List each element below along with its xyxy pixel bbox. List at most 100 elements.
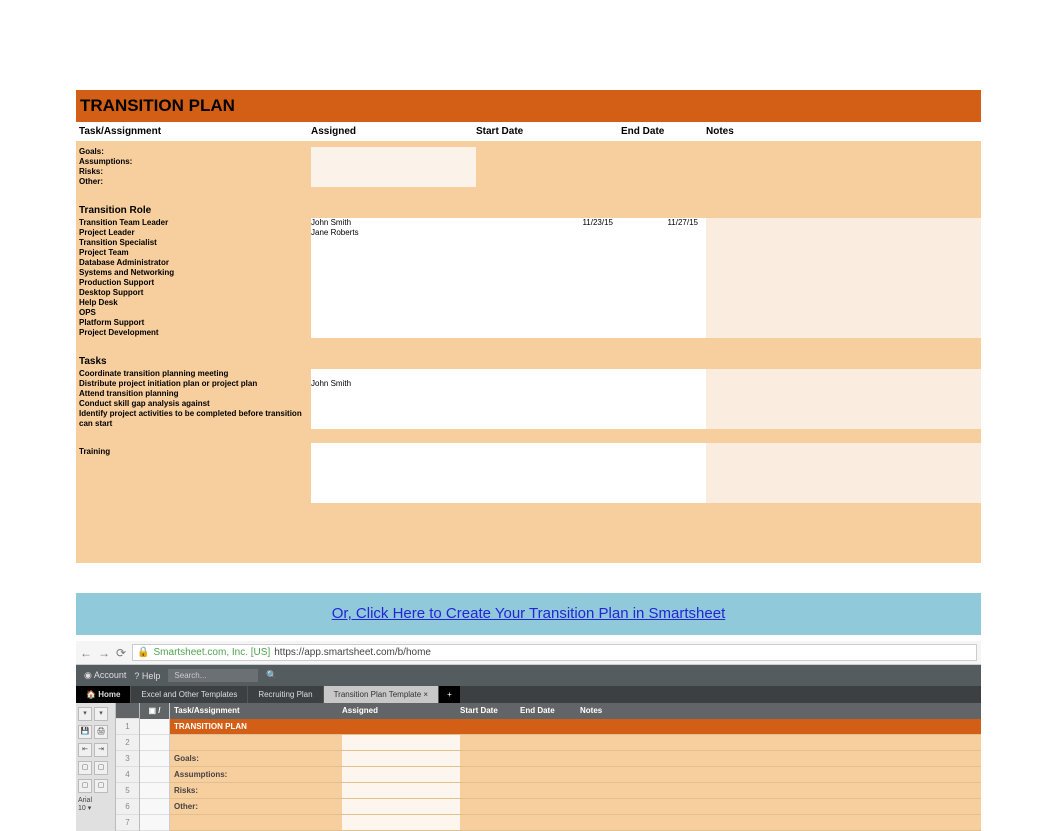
grid-row[interactable]: Other: bbox=[170, 799, 981, 815]
header-assigned: Assigned bbox=[311, 126, 476, 137]
size-selector[interactable]: 10 ▾ bbox=[78, 804, 113, 812]
tab-home[interactable]: 🏠 Home bbox=[76, 686, 131, 703]
outdent-icon[interactable]: ⇥ bbox=[94, 743, 108, 757]
row-num[interactable]: 2 bbox=[116, 735, 139, 751]
app-topbar: ◉ Account ? Help Search... 🔍 bbox=[76, 665, 981, 686]
search-icon[interactable]: 🔍 bbox=[266, 670, 277, 681]
meta-assigned-cell[interactable] bbox=[311, 177, 476, 187]
indent-icon[interactable]: ⇤ bbox=[78, 743, 92, 757]
role-assigned[interactable]: Jane Roberts bbox=[311, 228, 476, 238]
grid-header: Task/Assignment Assigned Start Date End … bbox=[170, 703, 981, 719]
grid-title-row[interactable]: TRANSITION PLAN bbox=[170, 719, 981, 735]
tab-transition-plan[interactable]: Transition Plan Template × bbox=[324, 686, 440, 703]
font-selector[interactable]: Arial bbox=[78, 797, 113, 804]
role-assigned[interactable] bbox=[311, 238, 476, 248]
role-task: Platform Support bbox=[76, 318, 311, 328]
role-row: Project Team bbox=[76, 248, 981, 258]
header-task: Task/Assignment bbox=[76, 126, 311, 137]
gh-task[interactable]: Task/Assignment bbox=[170, 703, 342, 719]
save-icon[interactable]: 💾 bbox=[78, 725, 92, 739]
task-row: Coordinate transition planning meeting bbox=[76, 369, 981, 379]
grid-row[interactable]: Assumptions: bbox=[170, 767, 981, 783]
tool-btn[interactable]: ▢ bbox=[78, 761, 92, 775]
search-input[interactable]: Search... bbox=[168, 669, 258, 682]
row-num[interactable]: 3 bbox=[116, 751, 139, 767]
role-row: Transition Specialist bbox=[76, 238, 981, 248]
meta-label: Other: bbox=[76, 177, 311, 187]
tab-templates[interactable]: Excel and Other Templates bbox=[131, 686, 248, 703]
role-row: Platform Support bbox=[76, 318, 981, 328]
meta-assigned-cell[interactable] bbox=[311, 147, 476, 157]
role-task: Transition Team Leader bbox=[76, 218, 311, 228]
forward-icon[interactable]: → bbox=[98, 646, 110, 660]
plan-title: TRANSITION PLAN bbox=[76, 90, 981, 122]
row-num[interactable]: 1 bbox=[116, 719, 139, 735]
training-section-header: Training bbox=[76, 443, 311, 459]
row-num[interactable]: 7 bbox=[116, 815, 139, 831]
back-icon[interactable]: ← bbox=[80, 646, 92, 660]
meta-assigned-cell[interactable] bbox=[311, 167, 476, 177]
url-bar[interactable]: 🔒 Smartsheet.com, Inc. [US] https://app.… bbox=[132, 644, 977, 661]
task-label: Attend transition planning bbox=[76, 389, 311, 399]
reload-icon[interactable]: ⟳ bbox=[116, 646, 126, 660]
tool-btn[interactable]: ▾ bbox=[94, 707, 108, 721]
tool-btn[interactable]: ▢ bbox=[94, 779, 108, 793]
row-num[interactable]: 5 bbox=[116, 783, 139, 799]
row-num[interactable]: 4 bbox=[116, 767, 139, 783]
role-end[interactable]: 11/27/15 bbox=[621, 218, 706, 228]
role-task: Systems and Networking bbox=[76, 268, 311, 278]
task-label: Coordinate transition planning meeting bbox=[76, 369, 311, 379]
meta-row: Other: bbox=[76, 177, 981, 187]
tab-add-button[interactable]: + bbox=[439, 686, 460, 703]
gh-assigned[interactable]: Assigned bbox=[342, 703, 460, 719]
role-task: Project Leader bbox=[76, 228, 311, 238]
header-start: Start Date bbox=[476, 126, 621, 137]
row-num[interactable]: 6 bbox=[116, 799, 139, 815]
task-label: Identify project activities to be comple… bbox=[76, 409, 311, 429]
grid-row[interactable]: Goals: bbox=[170, 751, 981, 767]
role-notes[interactable] bbox=[706, 218, 981, 228]
grid-row[interactable]: Risks: bbox=[170, 783, 981, 799]
gh-notes[interactable]: Notes bbox=[580, 703, 981, 719]
header-end: End Date bbox=[621, 126, 706, 137]
role-row: Project Leader Jane Roberts bbox=[76, 228, 981, 238]
role-assigned[interactable]: John Smith bbox=[311, 218, 476, 228]
role-start[interactable]: 11/23/15 bbox=[476, 218, 621, 228]
task-assigned[interactable] bbox=[311, 369, 476, 379]
role-task: Project Team bbox=[76, 248, 311, 258]
role-end[interactable] bbox=[621, 228, 706, 238]
url-text: https://app.smartsheet.com/b/home bbox=[274, 647, 431, 658]
task-assigned[interactable]: John Smith bbox=[311, 379, 476, 389]
grid-row[interactable] bbox=[170, 735, 981, 751]
tool-btn[interactable]: ▢ bbox=[78, 779, 92, 793]
sheet-toolbar: ▾▾ 💾🖨 ⇤⇥ ▢▢ ▢▢ Arial 10 ▾ bbox=[76, 703, 116, 831]
role-notes[interactable] bbox=[706, 228, 981, 238]
row-numbers: 1 2 3 4 5 6 7 bbox=[116, 703, 140, 831]
role-row: Database Administrator bbox=[76, 258, 981, 268]
role-task: Production Support bbox=[76, 278, 311, 288]
grid-row[interactable] bbox=[170, 815, 981, 831]
meta-row: Risks: bbox=[76, 167, 981, 177]
task-label: Distribute project initiation plan or pr… bbox=[76, 379, 311, 389]
gh-end[interactable]: End Date bbox=[520, 703, 580, 719]
meta-label: Assumptions: bbox=[76, 157, 311, 167]
role-start[interactable] bbox=[476, 228, 621, 238]
browser-mockup: ← → ⟳ 🔒 Smartsheet.com, Inc. [US] https:… bbox=[76, 641, 981, 831]
help-menu[interactable]: ? Help bbox=[134, 671, 160, 681]
training-assigned[interactable] bbox=[311, 443, 476, 503]
task-row: Conduct skill gap analysis against bbox=[76, 399, 981, 409]
account-menu[interactable]: ◉ Account bbox=[84, 670, 126, 681]
meta-row: Assumptions: bbox=[76, 157, 981, 167]
meta-assigned-cell[interactable] bbox=[311, 157, 476, 167]
task-label: Conduct skill gap analysis against bbox=[76, 399, 311, 409]
meta-label: Risks: bbox=[76, 167, 311, 177]
role-task: Desktop Support bbox=[76, 288, 311, 298]
cta-link[interactable]: Or, Click Here to Create Your Transition… bbox=[332, 605, 726, 622]
header-notes: Notes bbox=[706, 126, 981, 137]
print-icon[interactable]: 🖨 bbox=[94, 725, 108, 739]
tool-btn[interactable]: ▢ bbox=[94, 761, 108, 775]
tabs-bar: 🏠 Home Excel and Other Templates Recruit… bbox=[76, 686, 981, 703]
tool-btn[interactable]: ▾ bbox=[78, 707, 92, 721]
gh-start[interactable]: Start Date bbox=[460, 703, 520, 719]
tab-recruiting[interactable]: Recruiting Plan bbox=[248, 686, 323, 703]
